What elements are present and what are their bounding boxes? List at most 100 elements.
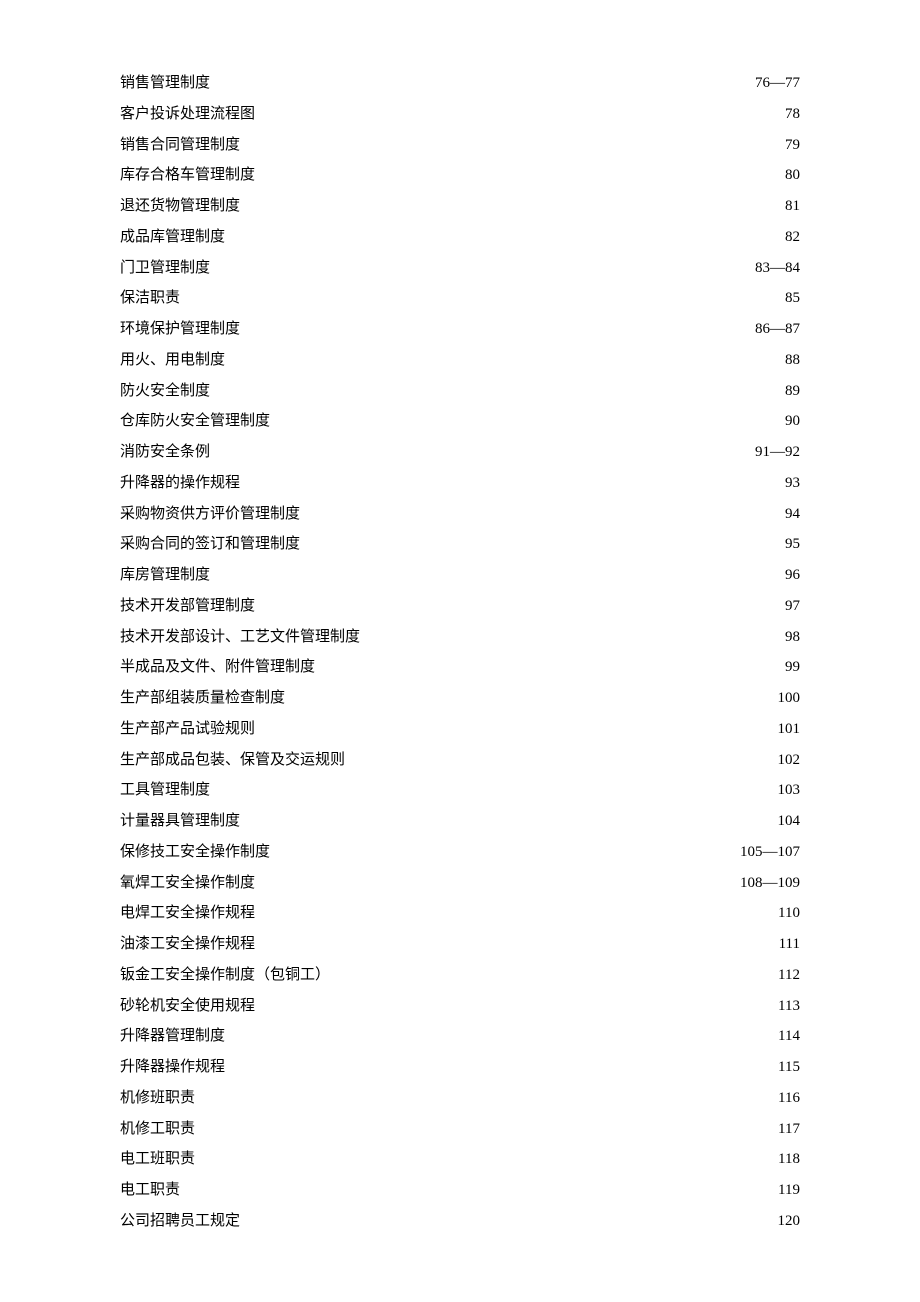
toc-leader-dots [255, 872, 740, 887]
toc-entry: 机修班职责116 [120, 1083, 800, 1114]
toc-leader-dots [240, 195, 785, 210]
toc-leader-dots [210, 72, 755, 87]
toc-leader-dots [300, 533, 785, 548]
toc-entry: 环境保护管理制度 86—87 [120, 314, 800, 345]
toc-entry: 电工职责119 [120, 1175, 800, 1206]
toc-page-number: 112 [778, 960, 800, 991]
toc-leader-dots [345, 749, 777, 764]
toc-page-number: 117 [778, 1114, 800, 1145]
toc-title: 升降器的操作规程 [120, 468, 240, 499]
toc-title: 库存合格车管理制度 [120, 160, 255, 191]
toc-title: 生产部产品试验规则 [120, 714, 255, 745]
toc-leader-dots [255, 995, 778, 1010]
toc-page-number: 108—109 [740, 868, 800, 899]
toc-entry: 技术开发部设计、工艺文件管理制度98 [120, 622, 800, 653]
toc-entry: 客户投诉处理流程图 78 [120, 99, 800, 130]
toc-page-number: 82 [785, 222, 800, 253]
toc-entry: 门卫管理制度83—84 [120, 253, 800, 284]
toc-leader-dots [360, 626, 785, 641]
toc-title: 油漆工安全操作规程 [120, 929, 255, 960]
toc-page-number: 115 [778, 1052, 800, 1083]
toc-leader-dots [330, 964, 778, 979]
toc-page-number: 98 [785, 622, 800, 653]
toc-entry: 技术开发部管理制度97 [120, 591, 800, 622]
toc-entry: 升降器操作规程 115 [120, 1052, 800, 1083]
toc-leader-dots [180, 287, 785, 302]
toc-page-number: 114 [778, 1021, 800, 1052]
toc-page-number: 90 [785, 406, 800, 437]
toc-page-number: 96 [785, 560, 800, 591]
toc-title: 生产部组装质量检查制度 [120, 683, 285, 714]
toc-page-number: 105—107 [740, 837, 800, 868]
toc-entry: 工具管理制度103 [120, 775, 800, 806]
toc-entry: 保修技工安全操作制度 105—107 [120, 837, 800, 868]
toc-page-number: 86—87 [755, 314, 800, 345]
toc-page-number: 95 [785, 529, 800, 560]
toc-leader-dots [255, 164, 785, 179]
toc-leader-dots [285, 687, 777, 702]
toc-page-number: 104 [778, 806, 801, 837]
toc-title: 生产部成品包装、保管及交运规则 [120, 745, 345, 776]
toc-title: 升降器操作规程 [120, 1052, 225, 1083]
toc-entry: 钣金工安全操作制度（包铜工）112 [120, 960, 800, 991]
toc-title: 保修技工安全操作制度 [120, 837, 270, 868]
toc-title: 电工职责 [120, 1175, 180, 1206]
toc-page-number: 76—77 [755, 68, 800, 99]
toc-entry: 库存合格车管理制度 80 [120, 160, 800, 191]
toc-entry: 生产部组装质量检查制度 100 [120, 683, 800, 714]
toc-page-number: 116 [778, 1083, 800, 1114]
toc-leader-dots [240, 134, 785, 149]
toc-leader-dots [240, 472, 785, 487]
toc-entry: 升降器的操作规程93 [120, 468, 800, 499]
toc-entry: 销售管理制度76—77 [120, 68, 800, 99]
toc-entry: 用火、用电制度88 [120, 345, 800, 376]
toc-entry: 库房管理制度96 [120, 560, 800, 591]
toc-entry: 生产部成品包装、保管及交运规则102 [120, 745, 800, 776]
toc-title: 计量器具管理制度 [120, 806, 240, 837]
toc-title: 公司招聘员工规定 [120, 1206, 240, 1237]
toc-entry: 氧焊工安全操作制度 108—109 [120, 868, 800, 899]
toc-title: 技术开发部管理制度 [120, 591, 255, 622]
toc-title: 电工班职责 [120, 1144, 195, 1175]
toc-leader-dots [225, 1056, 778, 1071]
toc-leader-dots [210, 380, 785, 395]
toc-leader-dots [270, 841, 740, 856]
toc-leader-dots [210, 564, 785, 579]
toc-leader-dots [240, 810, 777, 825]
toc-leader-dots [210, 257, 755, 272]
toc-leader-dots [255, 595, 785, 610]
toc-leader-dots [255, 933, 779, 948]
toc-title: 采购合同的签订和管理制度 [120, 529, 300, 560]
toc-leader-dots [255, 103, 785, 118]
toc-title: 仓库防火安全管理制度 [120, 406, 270, 437]
toc-page-number: 81 [785, 191, 800, 222]
toc-title: 氧焊工安全操作制度 [120, 868, 255, 899]
toc-title: 保洁职责 [120, 283, 180, 314]
toc-title: 销售合同管理制度 [120, 130, 240, 161]
toc-entry: 仓库防火安全管理制度 90 [120, 406, 800, 437]
toc-leader-dots [255, 718, 777, 733]
toc-title: 成品库管理制度 [120, 222, 225, 253]
toc-title: 消防安全条例 [120, 437, 210, 468]
toc-page-number: 99 [785, 652, 800, 683]
toc-entry: 生产部产品试验规则101 [120, 714, 800, 745]
toc-page-number: 89 [785, 376, 800, 407]
toc-leader-dots [210, 441, 755, 456]
toc-leader-dots [255, 902, 778, 917]
toc-leader-dots [225, 1025, 778, 1040]
toc-entry: 退还货物管理制度81 [120, 191, 800, 222]
toc-page-number: 79 [785, 130, 800, 161]
toc-leader-dots [225, 226, 785, 241]
toc-page-number: 80 [785, 160, 800, 191]
toc-title: 客户投诉处理流程图 [120, 99, 255, 130]
toc-page-number: 78 [785, 99, 800, 130]
toc-title: 防火安全制度 [120, 376, 210, 407]
toc-entry: 电焊工安全操作规程110 [120, 898, 800, 929]
toc-leader-dots [210, 779, 777, 794]
toc-title: 工具管理制度 [120, 775, 210, 806]
toc-page-number: 100 [778, 683, 801, 714]
toc-entry: 计量器具管理制度 104 [120, 806, 800, 837]
toc-title: 环境保护管理制度 [120, 314, 240, 345]
table-of-contents: 销售管理制度76—77客户投诉处理流程图78销售合同管理制度79库存合格车管理制… [120, 68, 800, 1237]
toc-entry: 防火安全制度 89 [120, 376, 800, 407]
